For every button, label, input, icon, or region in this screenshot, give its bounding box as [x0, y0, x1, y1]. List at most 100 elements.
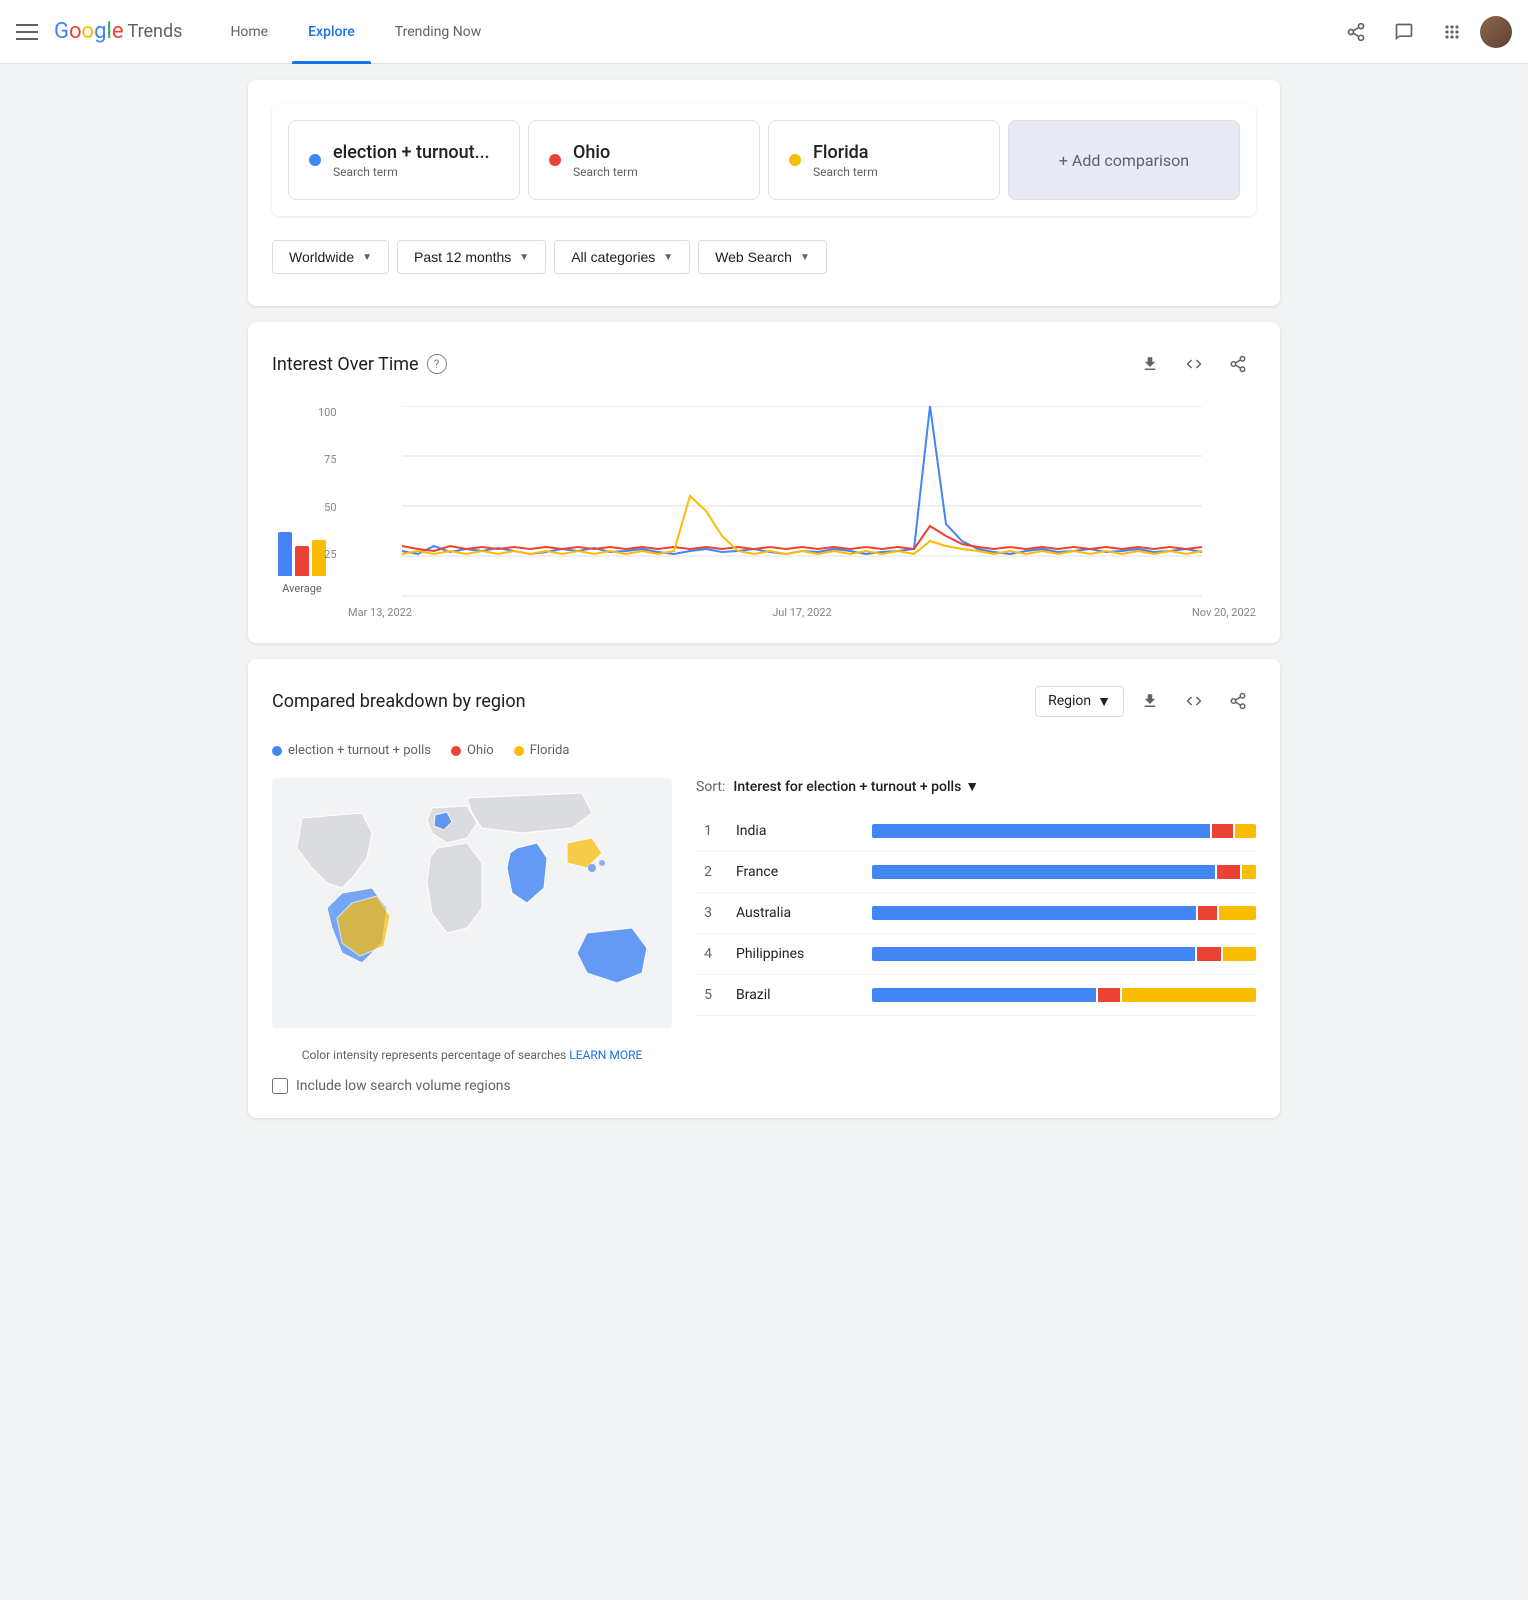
interest-over-time-card: Interest Over Time ? — [248, 322, 1280, 643]
legend-dot-1 — [272, 746, 282, 756]
region-rank: 3 — [696, 905, 720, 921]
breakdown-share-button[interactable] — [1220, 683, 1256, 719]
term-2-info: Ohio Search term — [573, 142, 739, 179]
interest-download-button[interactable] — [1132, 346, 1168, 382]
interest-help-icon[interactable]: ? — [427, 354, 447, 374]
interest-title-text: Interest Over Time — [272, 354, 419, 375]
world-map-svg — [272, 778, 672, 1028]
search-terms-row: election + turnout... Search term Ohio S… — [272, 104, 1256, 216]
term-1-info: election + turnout... Search term — [333, 142, 499, 179]
region-row[interactable]: 1 India — [696, 811, 1256, 852]
include-low-volume: Include low search volume regions — [272, 1078, 672, 1094]
region-bar-segment — [1242, 865, 1256, 879]
region-dropdown[interactable]: Region ▼ — [1035, 686, 1124, 717]
region-bar-segment — [1235, 824, 1256, 838]
search-type-filter[interactable]: Web Search ▼ — [698, 240, 827, 274]
breakdown-download-button[interactable] — [1132, 683, 1168, 719]
region-bar-segment — [1198, 906, 1217, 920]
search-config-card: election + turnout... Search term Ohio S… — [248, 80, 1280, 306]
region-bar-segment — [872, 988, 1096, 1002]
region-row[interactable]: 5 Brazil — [696, 975, 1256, 1016]
region-rank: 1 — [696, 823, 720, 839]
term-2-dot — [549, 154, 561, 166]
location-filter-label: Worldwide — [289, 249, 354, 265]
category-filter[interactable]: All categories ▼ — [554, 240, 690, 274]
legend-dot-3 — [514, 746, 524, 756]
include-low-checkbox[interactable] — [272, 1078, 288, 1094]
sort-label: Sort: — [696, 779, 725, 795]
region-name: Philippines — [736, 946, 856, 962]
chart-line-blue — [402, 406, 1202, 554]
term-1-name: election + turnout... — [333, 142, 499, 163]
breakdown-card-header: Compared breakdown by region Region ▼ — [272, 683, 1256, 719]
term-card-2[interactable]: Ohio Search term — [528, 120, 760, 200]
hamburger-menu[interactable] — [16, 24, 38, 40]
term-card-1[interactable]: election + turnout... Search term — [288, 120, 520, 200]
region-dropdown-label: Region — [1048, 693, 1091, 709]
region-bars — [872, 988, 1256, 1002]
region-name: Brazil — [736, 987, 856, 1003]
sort-value: Interest for election + turnout + polls — [733, 779, 961, 795]
include-low-label: Include low search volume regions — [296, 1078, 511, 1094]
breakdown-embed-button[interactable] — [1176, 683, 1212, 719]
region-rank: 2 — [696, 864, 720, 880]
location-filter-arrow: ▼ — [362, 252, 372, 263]
term-card-3[interactable]: Florida Search term — [768, 120, 1000, 200]
nav-trending[interactable]: Trending Now — [379, 0, 497, 64]
region-name: India — [736, 823, 856, 839]
term-3-name: Florida — [813, 142, 979, 163]
y-axis-labels: 100 75 50 25 — [318, 406, 337, 595]
region-name: Australia — [736, 905, 856, 921]
map-container: Color intensity represents percentage of… — [272, 778, 672, 1094]
avg-label: Average — [282, 582, 322, 595]
avatar[interactable] — [1480, 16, 1512, 48]
breakdown-title-text: Compared breakdown by region — [272, 691, 526, 712]
header-actions — [1336, 12, 1512, 52]
sort-select[interactable]: Interest for election + turnout + polls … — [733, 778, 979, 795]
region-legend: election + turnout + polls Ohio Florida — [272, 743, 1256, 758]
logo-trends-label: Trends — [127, 21, 182, 42]
category-filter-label: All categories — [571, 249, 655, 265]
apps-button[interactable] — [1432, 12, 1472, 52]
region-content: Color intensity represents percentage of… — [272, 778, 1256, 1094]
location-filter[interactable]: Worldwide ▼ — [272, 240, 389, 274]
region-name: France — [736, 864, 856, 880]
learn-more-link[interactable]: LEARN MORE — [569, 1048, 642, 1062]
legend-item-2: Ohio — [451, 743, 494, 758]
term-3-dot — [789, 154, 801, 166]
term-1-dot — [309, 154, 321, 166]
nav-home[interactable]: Home — [214, 0, 284, 64]
time-filter[interactable]: Past 12 months ▼ — [397, 240, 546, 274]
region-bar-segment — [1223, 947, 1256, 961]
region-bar-segment — [1217, 865, 1240, 879]
region-rank: 4 — [696, 946, 720, 962]
nav-explore[interactable]: Explore — [292, 0, 371, 64]
y-label-75: 75 — [324, 453, 336, 466]
region-bars — [872, 947, 1256, 961]
region-bar-segment — [872, 824, 1210, 838]
term-2-type: Search term — [573, 165, 739, 179]
y-label-25: 25 — [324, 548, 336, 561]
term-1-type: Search term — [333, 165, 499, 179]
region-list: Sort: Interest for election + turnout + … — [696, 778, 1256, 1094]
legend-item-1: election + turnout + polls — [272, 743, 431, 758]
legend-dot-2 — [451, 746, 461, 756]
add-comparison-button[interactable]: + Add comparison — [1008, 120, 1240, 200]
region-row[interactable]: 2 France — [696, 852, 1256, 893]
chart-line-red — [402, 526, 1202, 551]
header: Google Trends Home Explore Trending Now — [0, 0, 1528, 64]
feedback-button[interactable] — [1384, 12, 1424, 52]
legend-label-1: election + turnout + polls — [288, 743, 431, 758]
interest-share-button[interactable] — [1220, 346, 1256, 382]
breakdown-card: Compared breakdown by region Region ▼ — [248, 659, 1280, 1118]
interest-embed-button[interactable] — [1176, 346, 1212, 382]
x-label-1: Mar 13, 2022 — [348, 606, 412, 619]
region-bar-segment — [1212, 824, 1233, 838]
main-nav: Home Explore Trending Now — [214, 0, 1336, 64]
region-row[interactable]: 4 Philippines — [696, 934, 1256, 975]
interest-card-title: Interest Over Time ? — [272, 354, 447, 375]
region-row[interactable]: 3 Australia — [696, 893, 1256, 934]
term-2-name: Ohio — [573, 142, 739, 163]
share-button[interactable] — [1336, 12, 1376, 52]
region-bars — [872, 906, 1256, 920]
